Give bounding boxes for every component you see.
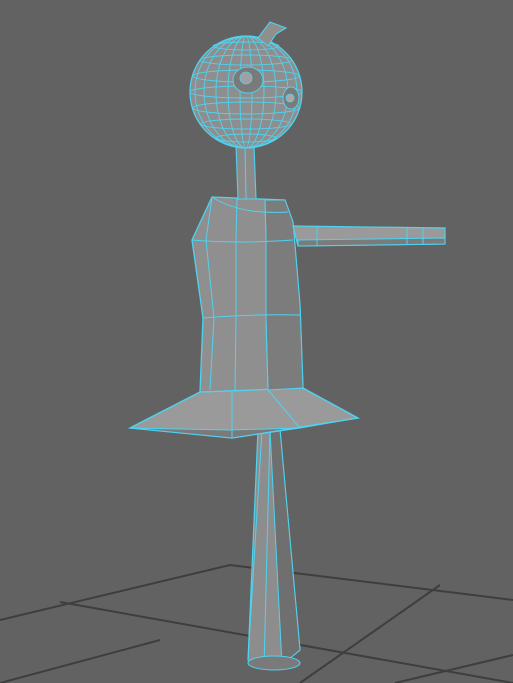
3d-viewport[interactable] <box>0 0 513 683</box>
viewport-scene[interactable] <box>0 0 513 683</box>
leg-mesh[interactable] <box>247 429 301 671</box>
arm-mesh[interactable] <box>292 225 446 247</box>
torso-mesh[interactable] <box>191 196 304 393</box>
character-model[interactable] <box>127 21 446 671</box>
neck-mesh[interactable] <box>235 144 257 200</box>
skirt-mesh[interactable] <box>127 387 360 439</box>
head-mesh[interactable] <box>189 21 303 149</box>
